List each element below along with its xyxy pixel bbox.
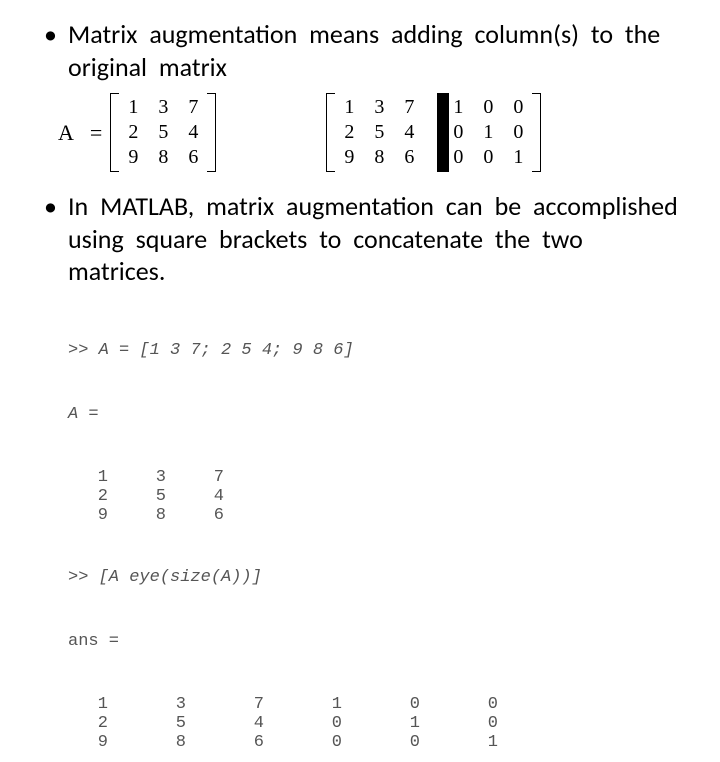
table-row: 1 3 7: [68, 468, 262, 487]
cell: 0: [322, 714, 400, 733]
matrix-augmented: 1 3 7 1 0 0 2 5 4 0 1 0 9 8 6 0 0 1: [326, 93, 541, 172]
cell: 8: [373, 146, 385, 169]
cell: 0: [482, 96, 494, 119]
cell: 2: [127, 121, 139, 144]
cell: 7: [244, 695, 322, 714]
right-bracket-icon: [532, 93, 541, 172]
cell: 2: [343, 121, 355, 144]
cell: 0: [322, 733, 400, 752]
cell: 1: [512, 146, 524, 169]
cell: 5: [166, 714, 244, 733]
cell: 8: [146, 506, 204, 525]
cell: 6: [204, 506, 262, 525]
cell: 3: [373, 96, 385, 119]
cell: 0: [400, 695, 478, 714]
cell: 9: [343, 146, 355, 169]
cell: 3: [157, 96, 169, 119]
matrix-augmented-body: 1 3 7 1 0 0 2 5 4 0 1 0 9 8 6 0 0 1: [335, 93, 532, 172]
cell: 5: [373, 121, 385, 144]
matlab-output-aug: 1 3 7 1 0 0 2 5 4 0 1 0 9 8 6 0 0 1: [68, 695, 556, 752]
cell: 0: [482, 146, 494, 169]
cell: 2: [68, 714, 166, 733]
matrix-A-body: 1 3 7 2 5 4 9 8 6: [119, 93, 207, 172]
cell: 4: [204, 487, 262, 506]
cell: 5: [157, 121, 169, 144]
bullet-list: Matrix augmentation means adding column(…: [40, 18, 680, 83]
cell: 1: [482, 121, 494, 144]
matlab-block-2: >> [A eye(size(A))] ans =: [68, 525, 680, 695]
matlab-block: >> A = [1 3 7; 2 5 4; 9 8 6] A =: [68, 298, 680, 468]
cell: 1: [478, 733, 556, 752]
cell: 0: [400, 733, 478, 752]
cell: 7: [204, 468, 262, 487]
cell: 1: [400, 714, 478, 733]
matlab-output-A: 1 3 7 2 5 4 9 8 6: [68, 468, 262, 525]
cell: 9: [127, 146, 139, 169]
cell: 0: [452, 121, 464, 144]
table-row: 9 8 6 0 0 1: [68, 733, 556, 752]
cell: 6: [187, 146, 199, 169]
cell: 4: [403, 121, 415, 144]
cell: 0: [478, 695, 556, 714]
cell: 6: [244, 733, 322, 752]
cell: 8: [157, 146, 169, 169]
cell: 9: [68, 506, 146, 525]
cell: 5: [146, 487, 204, 506]
cell: 7: [403, 96, 415, 119]
cell: 9: [68, 733, 166, 752]
cell: 4: [187, 121, 199, 144]
cell: 1: [68, 468, 146, 487]
table-row: 9 8 6: [68, 506, 262, 525]
bullet-2-text: In MATLAB, matrix augmentation can be ac…: [68, 190, 678, 287]
table-row: 2 5 4 0 1 0: [68, 714, 556, 733]
matrix-A: 1 3 7 2 5 4 9 8 6: [110, 93, 216, 172]
code-line: >> [A eye(size(A))]: [68, 567, 680, 588]
equation-equals: =: [90, 120, 102, 146]
cell: 1: [322, 695, 400, 714]
cell: 6: [403, 146, 415, 169]
equation-lhs: A: [58, 120, 74, 146]
cell: 0: [512, 121, 524, 144]
cell: 4: [244, 714, 322, 733]
cell: 0: [478, 714, 556, 733]
cell: 2: [68, 487, 146, 506]
code-line: ans =: [68, 631, 680, 652]
slide: Matrix augmentation means adding column(…: [0, 0, 720, 762]
cell: 3: [166, 695, 244, 714]
cell: 1: [452, 96, 464, 119]
code-line: A =: [68, 404, 680, 425]
matrix-definition-row: A = 1 3 7 2 5 4 9 8 6 1 3 7: [58, 93, 680, 172]
table-row: 2 5 4: [68, 487, 262, 506]
cell: 3: [146, 468, 204, 487]
augment-divider-icon: [437, 93, 449, 172]
cell: 1: [68, 695, 166, 714]
cell: 1: [343, 96, 355, 119]
cell: 0: [512, 96, 524, 119]
cell: 0: [452, 146, 464, 169]
bullet-1: Matrix augmentation means adding column(…: [40, 18, 680, 83]
left-bracket-icon: [110, 93, 119, 172]
bullet-list-2: In MATLAB, matrix augmentation can be ac…: [40, 190, 680, 288]
cell: 1: [127, 96, 139, 119]
table-row: 1 3 7 1 0 0: [68, 695, 556, 714]
left-bracket-icon: [326, 93, 335, 172]
code-line: >> A = [1 3 7; 2 5 4; 9 8 6]: [68, 340, 680, 361]
cell: 8: [166, 733, 244, 752]
right-bracket-icon: [207, 93, 216, 172]
bullet-2: In MATLAB, matrix augmentation can be ac…: [40, 190, 680, 288]
cell: 7: [187, 96, 199, 119]
bullet-1-text: Matrix augmentation means adding column(…: [68, 18, 660, 83]
